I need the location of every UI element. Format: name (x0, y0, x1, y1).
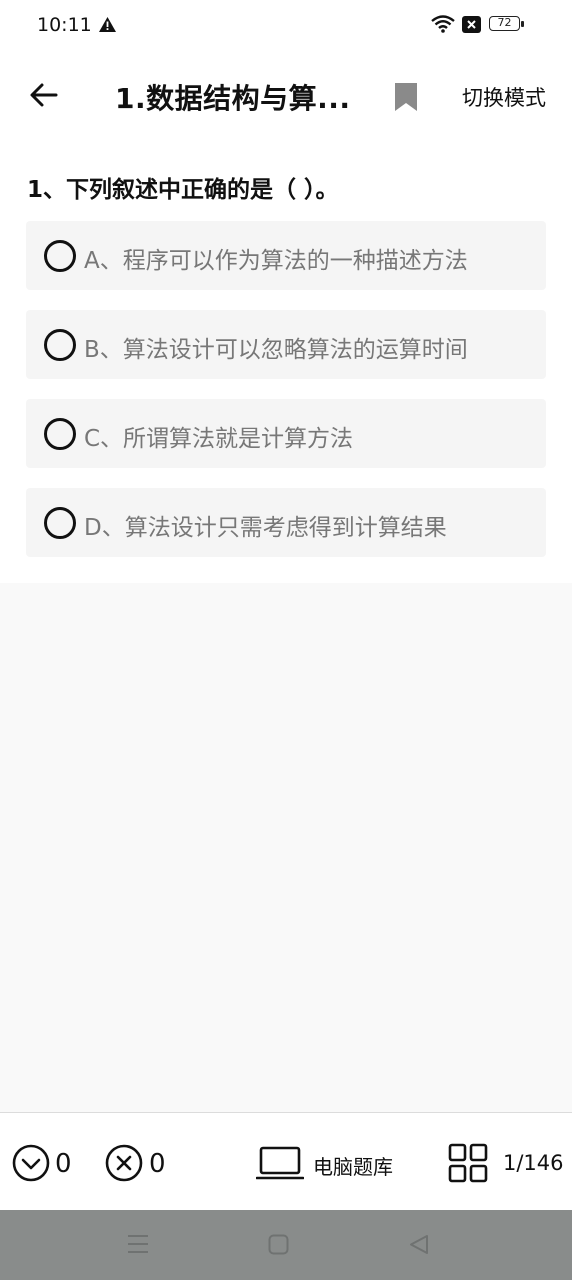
option-label: C、所谓算法就是计算方法 (84, 426, 354, 452)
radio-icon (44, 418, 76, 450)
menu-icon[interactable] (127, 1234, 149, 1254)
grid-icon[interactable] (448, 1143, 488, 1183)
page-counter[interactable]: 1/146 (503, 1151, 564, 1175)
home-icon[interactable] (268, 1234, 289, 1255)
pc-question-bank-button[interactable]: 电脑题库 (313, 1151, 393, 1180)
question-text: 1、下列叙述中正确的是（ ）。 (27, 177, 339, 203)
option-c[interactable]: C、所谓算法就是计算方法 (26, 399, 546, 468)
option-label: A、程序可以作为算法的一种描述方法 (84, 248, 468, 274)
bookmark-icon[interactable] (393, 81, 419, 113)
option-label: B、算法设计可以忽略算法的运算时间 (84, 337, 468, 363)
option-d[interactable]: D、算法设计只需考虑得到计算结果 (26, 488, 546, 557)
radio-icon (44, 240, 76, 272)
radio-icon (44, 507, 76, 539)
system-nav-bar (0, 1210, 572, 1280)
battery-tip (521, 21, 524, 27)
back-triangle-icon[interactable] (409, 1234, 429, 1255)
arrow-left-icon[interactable] (27, 78, 61, 112)
x-circle-icon[interactable] (105, 1144, 143, 1182)
battery-level: 72 (489, 16, 520, 31)
status-time: 10:11 (37, 14, 92, 36)
battery-indicator: 72 (489, 16, 525, 33)
warning-icon (99, 17, 116, 32)
status-bar: 10:11 72 (0, 0, 572, 50)
option-b[interactable]: B、算法设计可以忽略算法的运算时间 (26, 310, 546, 379)
option-a[interactable]: A、程序可以作为算法的一种描述方法 (26, 221, 546, 290)
sim-blocked-icon (462, 16, 481, 33)
page-title: 1.数据结构与算... (115, 82, 351, 115)
radio-icon (44, 329, 76, 361)
correct-count: 0 (55, 1149, 72, 1179)
laptop-icon[interactable] (256, 1146, 304, 1180)
check-circle-icon[interactable] (12, 1144, 50, 1182)
switch-mode-button[interactable]: 切换模式 (462, 82, 546, 112)
bottom-bar: 0 0 电脑题库 1/146 (0, 1112, 572, 1210)
top-toolbar: 1.数据结构与算... 切换模式 (0, 50, 572, 142)
content-background (0, 583, 572, 1112)
wrong-count: 0 (149, 1149, 166, 1179)
option-label: D、算法设计只需考虑得到计算结果 (84, 515, 447, 541)
wifi-icon (431, 15, 455, 33)
